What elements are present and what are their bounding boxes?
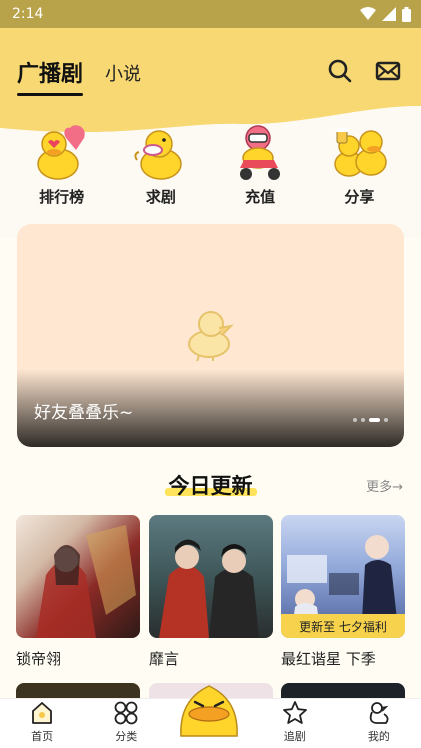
carousel-dot (384, 418, 388, 422)
nav-category-label: 分类 (115, 730, 138, 743)
duck-profile-icon (369, 702, 389, 724)
battery-icon (402, 6, 411, 22)
duck-mic-icon (134, 130, 182, 180)
center-duck-button[interactable] (173, 680, 245, 740)
wifi-icon (360, 7, 376, 20)
nav-mine-label: 我的 (367, 730, 390, 743)
mail-icon[interactable] (375, 58, 401, 84)
cover-art (36, 525, 136, 638)
drama-title: 靡言 (149, 650, 180, 668)
nav-home[interactable]: 首页 (0, 699, 84, 748)
banner-title: 好友叠叠乐~ (34, 403, 134, 423)
quick-item-share[interactable]: 分享 (319, 124, 399, 207)
quick-label-recharge: 充值 (245, 188, 276, 206)
quick-item-recharge[interactable]: 充值 (220, 124, 300, 207)
carousel-dot (361, 418, 365, 422)
nav-mine[interactable]: 我的 (337, 699, 421, 748)
status-bar: 2:14 (0, 0, 421, 28)
category-grid-icon (114, 701, 138, 725)
carousel-dot-active (369, 418, 380, 422)
home-icon (32, 702, 52, 724)
section-title: 今日更新 (0, 470, 421, 500)
tab-radio-drama[interactable]: 广播剧 (17, 56, 84, 96)
quick-label-request: 求剧 (145, 188, 176, 206)
drama-title: 最红谐星 下季 (281, 650, 376, 668)
duck-scooter-icon (240, 125, 281, 180)
duck-cheers-icon (334, 128, 388, 177)
cover-art (159, 539, 259, 638)
search-icon[interactable] (327, 58, 353, 84)
more-link[interactable]: 更多→ (366, 476, 403, 495)
update-badge: 更新至 七夕福利 (281, 614, 405, 638)
quick-item-request[interactable]: 求剧 (121, 124, 201, 207)
top-tabs: 广播剧 小说 (17, 56, 141, 96)
nav-follow-label: 追剧 (283, 730, 306, 743)
nav-home-label: 首页 (31, 730, 54, 743)
section-title-text: 今日更新 (168, 474, 253, 498)
drama-card[interactable]: 靡言 (149, 515, 273, 669)
carousel-indicator (353, 418, 388, 422)
nav-category[interactable]: 分类 (84, 699, 168, 748)
status-icons (360, 6, 411, 22)
duck-placeholder-icon (188, 311, 234, 362)
drama-card[interactable]: 锁帝翎 (16, 515, 140, 669)
nav-follow[interactable]: 追剧 (253, 699, 337, 748)
tab-novel[interactable]: 小说 (105, 60, 141, 96)
drama-cover (16, 515, 140, 638)
drama-card[interactable]: 更新至 七夕福利 最红谐星 下季 (281, 515, 405, 669)
drama-title: 锁帝翎 (16, 650, 62, 668)
status-time: 2:14 (12, 6, 44, 22)
quick-label-ranking: 排行榜 (39, 188, 85, 206)
quick-label-share: 分享 (344, 188, 375, 206)
drama-cover (149, 515, 273, 638)
carousel-dot (353, 418, 357, 422)
signal-icon (382, 7, 396, 21)
banner-carousel[interactable]: 好友叠叠乐~ (17, 224, 404, 447)
quick-item-ranking[interactable]: 排行榜 (22, 124, 102, 207)
quick-entry-row: 排行榜 求剧 充值 分享 (0, 124, 421, 207)
duck-heart-icon (36, 125, 85, 180)
drama-cover: 更新至 七夕福利 (281, 515, 405, 638)
star-icon (282, 701, 307, 724)
